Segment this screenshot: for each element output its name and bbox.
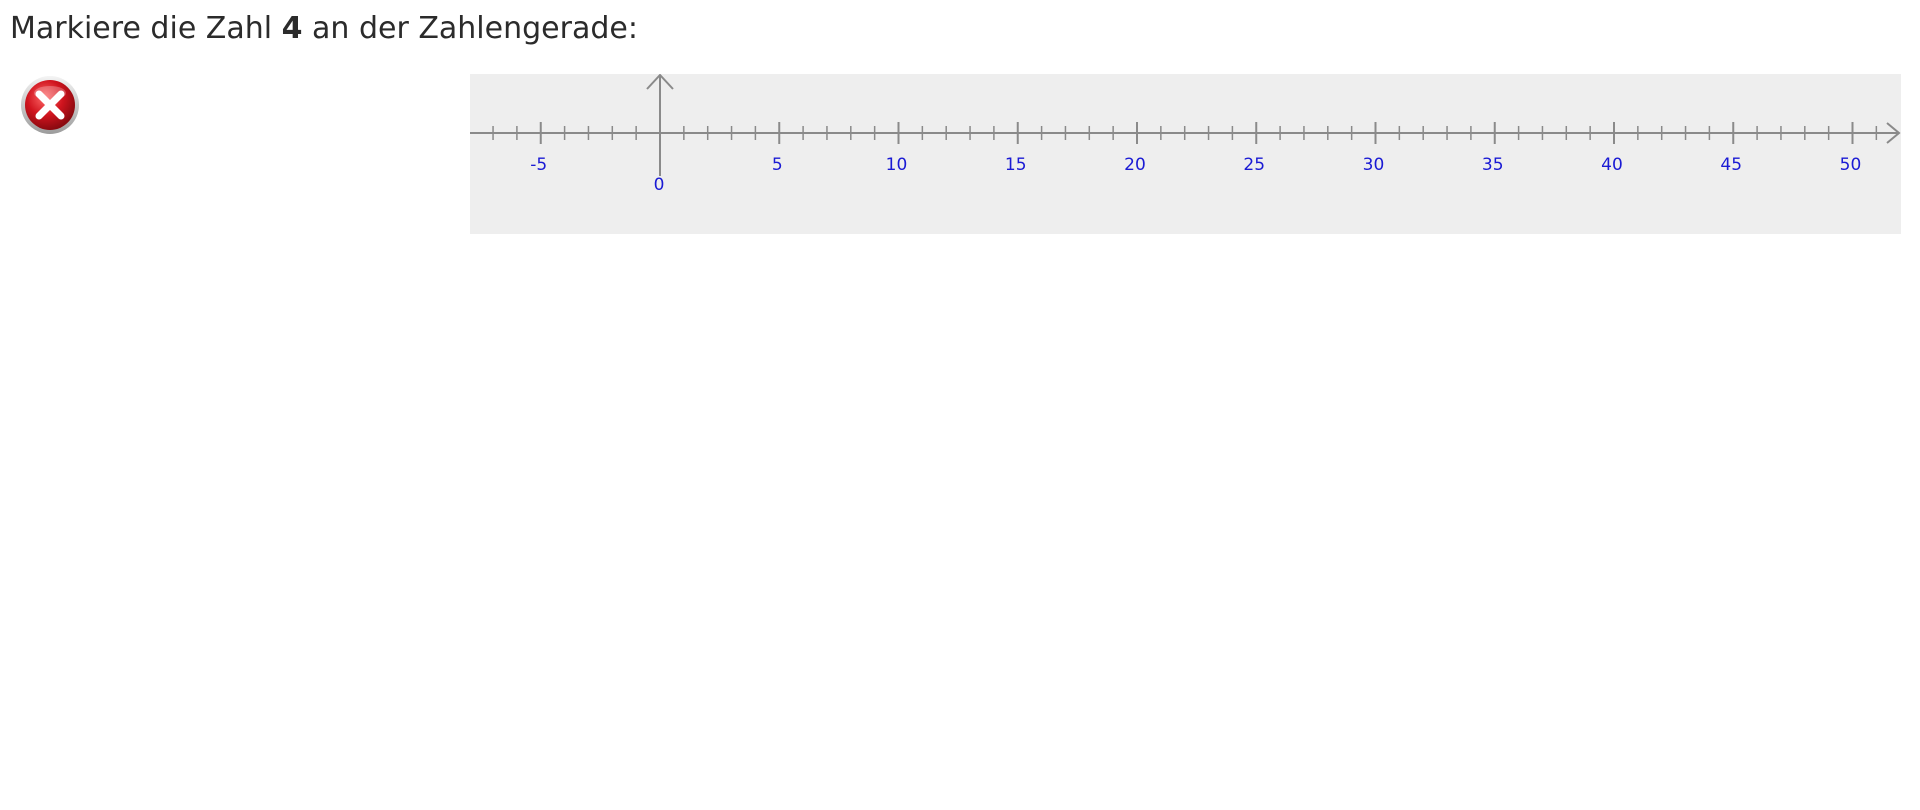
tick-label: 25 [1243, 155, 1265, 175]
question-prefix: Markiere die Zahl [10, 11, 282, 46]
tick-label: 0 [654, 175, 665, 195]
tick-label: 15 [1005, 155, 1027, 175]
tick-label: 10 [886, 155, 908, 175]
target-number: 4 [281, 11, 303, 46]
tick-label: 45 [1720, 155, 1742, 175]
number-line-panel[interactable]: -5 0 5 10 15 20 25 30 35 40 45 50 [470, 74, 1901, 234]
tick-label: 50 [1840, 155, 1862, 175]
tick-label: -5 [530, 155, 547, 175]
tick-label: 40 [1601, 155, 1623, 175]
question-text: Markiere die Zahl 4 an der Zahlengerade: [10, 9, 638, 49]
question-suffix: an der Zahlengerade: [302, 11, 638, 46]
tick-label: 35 [1482, 155, 1504, 175]
number-line[interactable]: -5 0 5 10 15 20 25 30 35 40 45 50 [470, 74, 1901, 234]
tick-label: 30 [1363, 155, 1385, 175]
error-x-icon [20, 75, 80, 135]
tick-label: 20 [1124, 155, 1146, 175]
tick-label: 5 [772, 155, 783, 175]
